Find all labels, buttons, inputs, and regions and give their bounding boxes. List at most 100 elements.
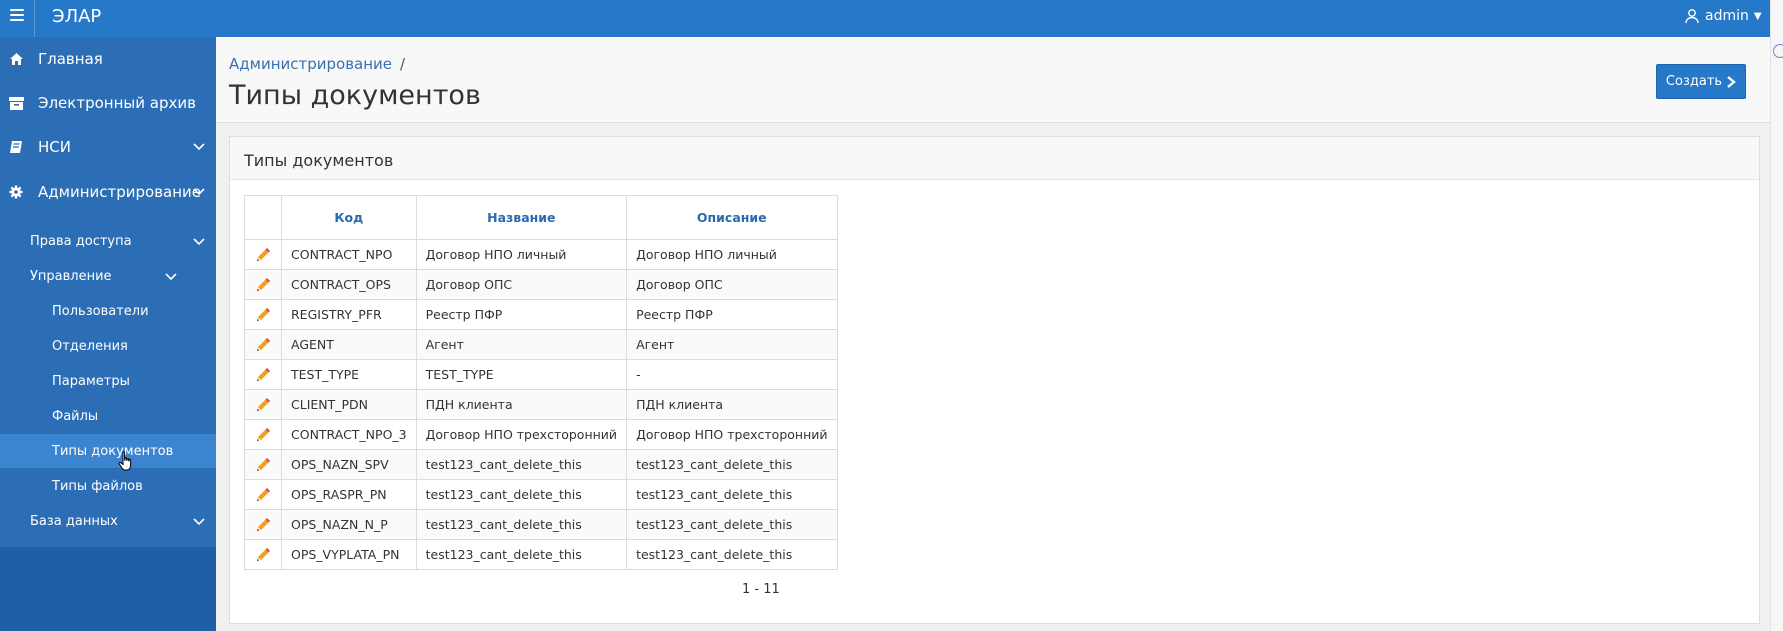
- breadcrumb-separator: /: [400, 55, 406, 73]
- edit-button[interactable]: [244, 479, 282, 510]
- table-header-row: Код Название Описание: [244, 195, 838, 240]
- cell-name: Реестр ПФР: [415, 299, 628, 330]
- cell-description: Агент: [626, 329, 838, 360]
- column-header-code[interactable]: Код: [281, 195, 417, 240]
- scroll-strip: [1770, 0, 1783, 631]
- sidebar-item-label: Типы файлов: [52, 478, 143, 494]
- sidebar-item-home[interactable]: Главная: [0, 37, 216, 81]
- cell-description: ПДН клиента: [626, 389, 838, 420]
- sidebar-item-departments[interactable]: Отделения: [0, 329, 216, 363]
- chevron-down-icon: [164, 269, 178, 283]
- sidebar-item-access-rights[interactable]: Права доступа: [0, 224, 216, 258]
- edit-button[interactable]: [244, 329, 282, 360]
- edit-button[interactable]: [244, 269, 282, 300]
- pagination-info: 1 - 11: [742, 582, 780, 597]
- cell-description: test123_cant_delete_this: [626, 539, 838, 570]
- cell-code: OPS_NAZN_N_P: [281, 509, 417, 540]
- circle-icon: [1773, 44, 1783, 58]
- cell-description: -: [626, 359, 838, 390]
- sidebar-item-label: Параметры: [52, 373, 130, 389]
- sidebar-item-parameters[interactable]: Параметры: [0, 364, 216, 398]
- cell-code: REGISTRY_PFR: [281, 299, 417, 330]
- sidebar-item-label: Файлы: [52, 408, 99, 424]
- sidebar-item-label: Электронный архив: [38, 94, 196, 112]
- sidebar-item-label: База данных: [30, 513, 118, 529]
- document-types-panel: Типы документов Код Название Описание CO…: [229, 136, 1760, 624]
- table-row: OPS_NAZN_SPV test123_cant_delete_this test…: [244, 449, 838, 480]
- brand-logo[interactable]: ЭЛАР: [52, 6, 101, 27]
- sidebar-item-document-types[interactable]: Типы документов: [0, 434, 216, 468]
- table-row: TEST_TYPE TEST_TYPE -: [244, 359, 838, 390]
- sidebar-item-administration[interactable]: Администрирование: [0, 170, 216, 214]
- table-row: CONTRACT_NPO Договор НПО личный Договор НП…: [244, 239, 838, 270]
- user-menu[interactable]: admin ▼: [1684, 8, 1762, 24]
- caret-down-icon: ▼: [1753, 10, 1762, 22]
- chevron-down-icon: [192, 514, 206, 528]
- document-types-table: Код Название Описание CONTRACT_NPO Догово…: [244, 195, 838, 570]
- create-button[interactable]: Создать: [1656, 64, 1746, 99]
- pencil-icon: [255, 426, 272, 441]
- cell-name: TEST_TYPE: [415, 359, 628, 390]
- cell-code: AGENT: [281, 329, 417, 360]
- cell-description: test123_cant_delete_this: [626, 479, 838, 510]
- sidebar-item-files[interactable]: Файлы: [0, 399, 216, 433]
- sidebar-item-label: Пользователи: [52, 303, 149, 319]
- create-button-label: Создать: [1665, 74, 1723, 89]
- home-icon: [8, 51, 24, 67]
- column-header-name[interactable]: Название: [415, 195, 628, 240]
- sidebar-item-file-types[interactable]: Типы файлов: [0, 469, 216, 503]
- breadcrumb: Администрирование /: [229, 55, 405, 73]
- cell-name: test123_cant_delete_this: [415, 539, 628, 570]
- chevron-down-icon: [192, 184, 206, 198]
- sidebar-item-label: Права доступа: [30, 233, 132, 249]
- edit-button[interactable]: [244, 419, 282, 450]
- edit-button[interactable]: [244, 449, 282, 480]
- table-row: OPS_NAZN_N_P test123_cant_delete_this test…: [244, 509, 838, 540]
- pencil-icon: [255, 366, 272, 381]
- navbar-divider: [34, 0, 35, 37]
- cell-name: test123_cant_delete_this: [415, 479, 628, 510]
- cell-name: Договор НПО трехсторонний: [415, 419, 628, 450]
- cell-description: test123_cant_delete_this: [626, 509, 838, 540]
- cell-code: CONTRACT_OPS: [281, 269, 417, 300]
- cell-code: OPS_NAZN_SPV: [281, 449, 417, 480]
- cell-name: ПДН клиента: [415, 389, 628, 420]
- top-navbar: ЭЛАР admin ▼: [0, 0, 1770, 37]
- panel-title: Типы документов: [230, 137, 1759, 180]
- sidebar: Главная Электронный архив НСИ Администри…: [0, 37, 216, 631]
- cell-code: CONTRACT_NPO_3: [281, 419, 417, 450]
- edit-button[interactable]: [244, 389, 282, 420]
- cell-description: Договор НПО личный: [626, 239, 838, 270]
- sidebar-item-management[interactable]: Управление: [0, 259, 216, 293]
- menu-toggle-icon[interactable]: [10, 9, 24, 23]
- column-header-description[interactable]: Описание: [626, 195, 838, 240]
- pencil-icon: [255, 396, 272, 411]
- table-row: REGISTRY_PFR Реестр ПФР Реестр ПФР: [244, 299, 838, 330]
- gear-icon: [8, 184, 24, 200]
- edit-button[interactable]: [244, 359, 282, 390]
- edit-button[interactable]: [244, 539, 282, 570]
- sidebar-item-archive[interactable]: Электронный архив: [0, 81, 216, 125]
- table-row: CONTRACT_OPS Договор ОПС Договор ОПС: [244, 269, 838, 300]
- chevron-down-icon: [192, 139, 206, 153]
- table-row: AGENT Агент Агент: [244, 329, 838, 360]
- cell-name: Договор ОПС: [415, 269, 628, 300]
- table-row: OPS_VYPLATA_PN test123_cant_delete_this te…: [244, 539, 838, 570]
- breadcrumb-link-administration[interactable]: Администрирование: [229, 55, 392, 73]
- pencil-icon: [255, 306, 272, 321]
- pencil-icon: [255, 246, 272, 261]
- sidebar-item-nsi[interactable]: НСИ: [0, 125, 216, 169]
- cell-description: Реестр ПФР: [626, 299, 838, 330]
- cell-code: OPS_RASPR_PN: [281, 479, 417, 510]
- page-header: Администрирование / Типы документов Созда…: [216, 37, 1770, 123]
- edit-button[interactable]: [244, 299, 282, 330]
- edit-button[interactable]: [244, 239, 282, 270]
- edit-button[interactable]: [244, 509, 282, 540]
- chevron-down-icon: [192, 234, 206, 248]
- page-title: Типы документов: [229, 80, 481, 111]
- sidebar-item-users[interactable]: Пользователи: [0, 294, 216, 328]
- sidebar-item-label: Отделения: [52, 338, 128, 354]
- sidebar-item-database[interactable]: База данных: [0, 504, 216, 538]
- pencil-icon: [255, 486, 272, 501]
- user-name: admin: [1705, 8, 1749, 24]
